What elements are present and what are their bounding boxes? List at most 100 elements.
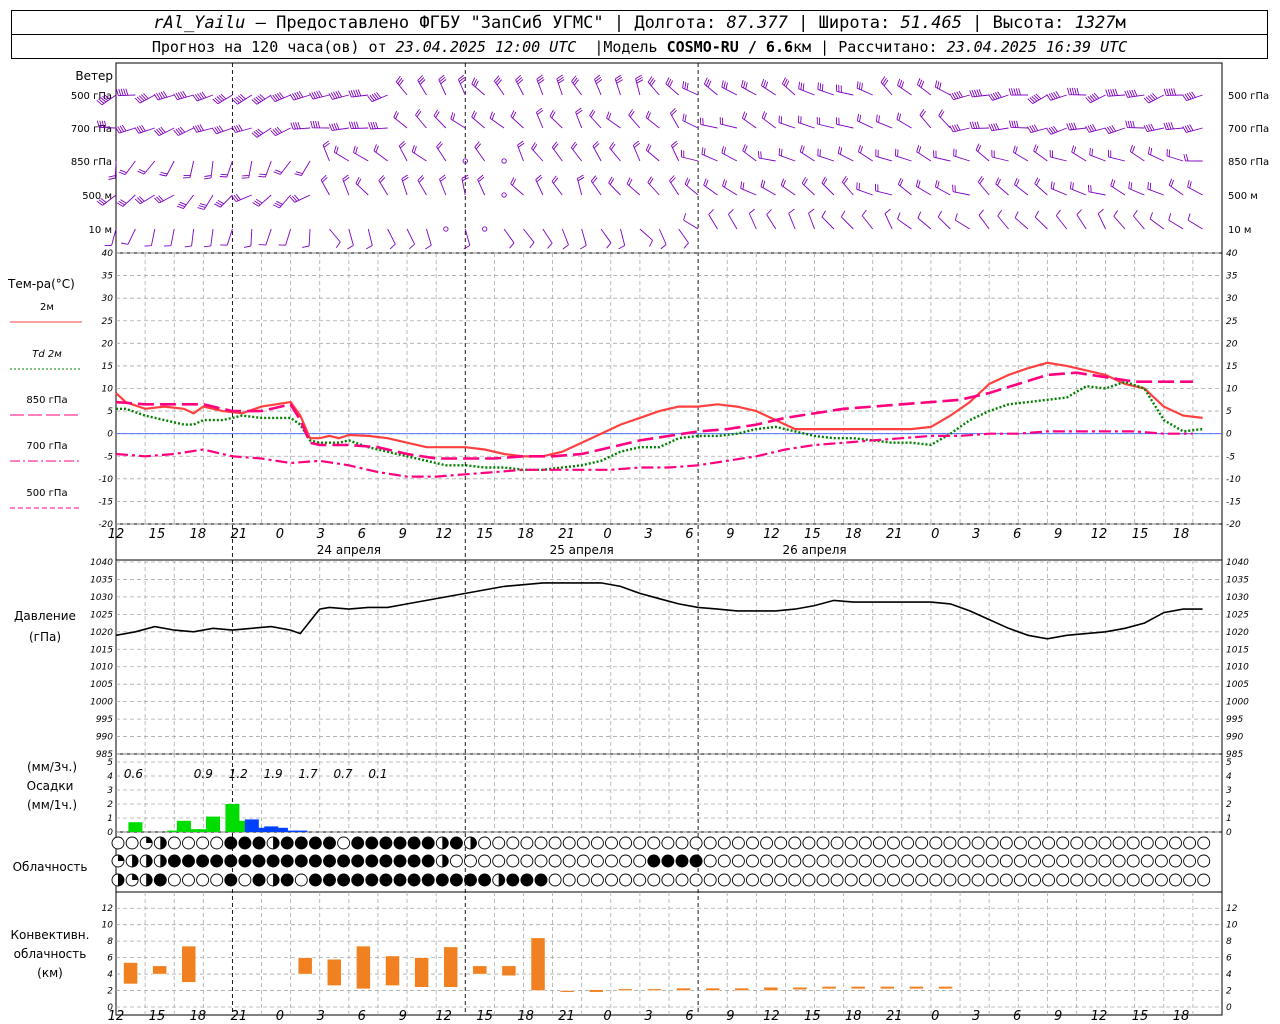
wind-barb [450, 112, 466, 129]
cloud-symbol [689, 836, 703, 850]
wind-barb [919, 109, 932, 129]
cloud-symbol [365, 854, 379, 868]
cloud-symbol [520, 854, 534, 868]
wind-barb [969, 89, 990, 98]
cloud-title: Облачность [13, 860, 88, 874]
cloud-symbol [1098, 836, 1112, 850]
cloud-symbol [1098, 873, 1112, 887]
precip-total-label: 1.2 [229, 767, 248, 781]
cloud-symbol [182, 873, 195, 887]
wind-barb [1110, 178, 1126, 196]
pressure-ytick-right: 1010 [1226, 663, 1249, 673]
cloud-symbol [633, 854, 647, 868]
cloud-symbol [590, 873, 604, 887]
wind-barb [154, 126, 175, 137]
wind-barb [144, 228, 156, 247]
wind-barb [1089, 147, 1106, 162]
cloud-symbol [520, 836, 534, 850]
wind-barb [425, 228, 432, 250]
wind-barb [1033, 144, 1048, 162]
temp-ytick-right: 30 [1226, 294, 1238, 304]
cloud-symbol [971, 873, 985, 887]
cloud-symbol [1028, 873, 1041, 887]
wind-barb [477, 174, 486, 196]
wind-barb [1066, 122, 1087, 131]
temp-ytick-right: -10 [1226, 475, 1241, 485]
wind-barb [600, 228, 612, 249]
wind-barb [1085, 124, 1106, 133]
cloud-symbol [167, 854, 181, 868]
precip-total-label: 0.9 [194, 767, 213, 781]
wind-barb [1147, 146, 1164, 162]
cloud-symbol [1056, 873, 1070, 887]
conv-bar [850, 986, 866, 990]
hour-label: 6 [358, 527, 366, 542]
cloud-symbol [210, 873, 224, 887]
cloud-symbol [985, 836, 999, 850]
meteogram: 500 гПа 500 гПа 700 гПа 700 гПа 850 гПа 850 г… [7, 62, 1269, 1024]
wind-barb [535, 174, 544, 196]
cloud-symbol [167, 873, 181, 887]
wind-panel: 500 гПа 500 гПа700 гПа 700 гПа850 гПа 850 г… [71, 74, 1269, 250]
cloud-symbol [1140, 854, 1154, 868]
wind-barb [740, 181, 757, 196]
cloud-symbol [125, 836, 139, 850]
conv-bar [356, 945, 371, 990]
conv-ytick-right: 6 [1226, 954, 1232, 964]
cloud-symbol [562, 854, 576, 868]
day-label: 24 апреля [317, 543, 381, 557]
cloud-symbol [576, 854, 590, 868]
cloud-symbol [351, 836, 365, 850]
wind-barb [212, 125, 233, 135]
temp-ytick-right: 10 [1226, 385, 1238, 395]
pressure-ytick-left: 1015 [90, 645, 113, 655]
cloud-symbol [689, 854, 703, 868]
wind-barb [761, 111, 776, 129]
convective-panel: 12 12 10 10 8 8 6 6 4 4 2 2 0 0 12 15 18 21 0 3 6 9 12 15 18 21 0 3… [102, 904, 1238, 1024]
wind-barb [678, 228, 689, 249]
cloud-symbol [647, 836, 661, 850]
temp-ytick-right: 25 [1226, 317, 1238, 327]
hour-label: 12 [763, 527, 780, 542]
wind-barb [1113, 210, 1126, 230]
wind-barb [1163, 122, 1184, 131]
wind-barb [761, 78, 776, 96]
precip-bar [206, 816, 221, 832]
cloud-symbol [731, 836, 745, 850]
cloud-symbol [1098, 854, 1112, 868]
cloud-symbol [971, 836, 985, 850]
wind-barb [1046, 125, 1067, 135]
pressure-line [115, 582, 1203, 640]
cloud-symbol [1084, 836, 1098, 850]
cloud-symbol [492, 854, 506, 868]
wind-barb [368, 121, 388, 130]
cloud-fill [118, 874, 124, 886]
wind-barb [647, 176, 660, 196]
cloud-symbol [830, 873, 844, 887]
wind-barb [808, 208, 815, 230]
pressure-ytick-left: 1010 [90, 663, 113, 673]
cloud-symbol [703, 854, 717, 868]
wind-barb [894, 148, 912, 162]
wind-barb [856, 182, 873, 196]
hour-label-bottom: 15 [149, 1009, 166, 1024]
wind-barb [192, 91, 214, 102]
wind-barb [116, 194, 136, 207]
temp-legend-label: 700 гПа [26, 441, 67, 452]
wind-barb [670, 107, 680, 129]
conv-title-2: облачность [14, 947, 87, 961]
wind-barb [489, 111, 505, 129]
wind-barb [748, 208, 757, 230]
cloud-symbol [1126, 836, 1140, 850]
hour-label-bottom: 3 [317, 1009, 325, 1024]
wind-barb [270, 126, 291, 137]
cloud-symbol [351, 873, 365, 887]
wind-barb [373, 144, 388, 162]
conv-unit: (км) [37, 966, 63, 980]
cloud-symbol [844, 873, 858, 887]
wind-barb [938, 109, 951, 129]
conv-bar [472, 965, 488, 975]
wind-barb [645, 110, 660, 129]
wind-title: Ветер [75, 69, 113, 83]
cloud-symbol [252, 854, 266, 868]
